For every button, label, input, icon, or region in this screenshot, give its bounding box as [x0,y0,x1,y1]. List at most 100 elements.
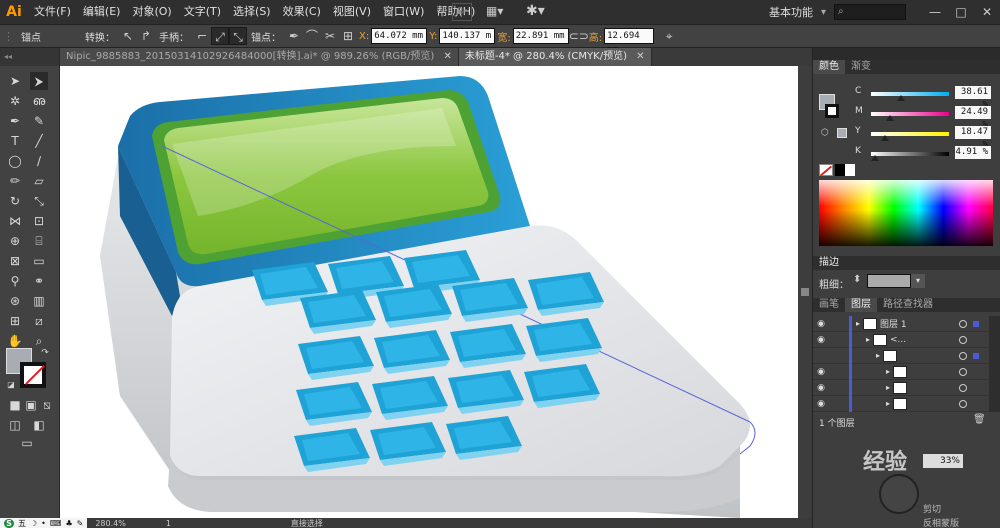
draw-normal-icon[interactable]: ◫ [6,416,24,434]
scrollbar-thumb[interactable] [801,288,809,296]
menu-effect[interactable]: 效果(C) [277,0,327,24]
type-tool-icon[interactable]: T [6,132,24,150]
tab-color[interactable]: 颜色 [813,60,845,74]
stroke-swatch[interactable] [20,362,46,388]
menu-view[interactable]: 视图(V) [327,0,377,24]
black-swatch[interactable] [835,164,845,176]
layer-name[interactable]: <... [890,335,906,345]
ellipse-tool-icon[interactable]: ◯ [6,152,24,170]
slice-tool-icon[interactable]: ⧄ [30,312,48,330]
swap-fill-stroke-icon[interactable]: ↷ [36,344,54,362]
arrange-documents-icon[interactable]: ▦▾ [486,4,514,20]
stroke-stepper-icon[interactable]: ⬍ [853,274,867,288]
x-field[interactable]: 64.072 mm [371,28,428,44]
convert-corner-icon[interactable]: ↖ [119,27,137,45]
scale-tool-icon[interactable]: ⤡ [30,192,48,210]
menu-window[interactable]: 窗口(W) [377,0,430,24]
channel-value-field[interactable]: 38.61 % [955,86,991,110]
default-colors-icon[interactable]: ◪ [2,376,20,394]
layers-scrollbar[interactable] [989,316,1000,412]
layer-row[interactable]: ▸ [813,347,989,364]
eye-icon[interactable]: ◉ [813,383,829,393]
menu-edit[interactable]: 编辑(E) [77,0,127,24]
eyedropper-icon[interactable]: ⚲ [6,272,24,290]
line-tool-icon[interactable]: ╱ [30,132,48,150]
slider-track[interactable] [871,112,949,116]
stroke-weight-field[interactable] [867,274,911,288]
eraser-icon[interactable]: ▱ [30,172,48,190]
target-icon[interactable] [959,384,967,392]
delete-layer-icon[interactable]: 🗑 [973,414,986,425]
search-input[interactable]: ⌕ [834,4,906,20]
align-points-icon[interactable]: ⊞ [339,27,357,45]
gradient-tool-icon[interactable]: ▭ [30,252,48,270]
menu-select[interactable]: 选择(S) [227,0,277,24]
slider-knob[interactable] [897,95,906,101]
expand-icon[interactable]: ▸ [886,383,890,392]
curvature-tool-icon[interactable]: ✎ [30,112,48,130]
canvas-vertical-scrollbar[interactable] [798,66,812,518]
target-icon[interactable] [959,320,967,328]
none-mode-icon[interactable]: ⧅ [38,396,56,414]
target-icon[interactable] [959,352,967,360]
workspace-dropdown-icon[interactable]: ▾ [821,7,826,18]
ime-mode[interactable]: 五 [18,518,26,528]
close-icon[interactable]: ✕ [636,51,644,62]
cut-path-icon[interactable]: ✂ [321,27,339,45]
document-tab-active[interactable]: 未标题-4* @ 280.4% (CMYK/预览) ✕ [458,48,652,66]
connect-anchor-icon[interactable]: ⌒ [303,27,321,45]
layer-row[interactable]: ◉ ▸ [813,395,989,412]
none-swatch[interactable] [819,164,833,177]
maximize-button[interactable]: □ [948,5,974,19]
menu-type[interactable]: 文字(T) [178,0,227,24]
slider-y[interactable]: Y 18.47 % [843,126,1000,150]
layer-name[interactable]: 图层 1 [880,317,907,330]
direct-selection-tool-icon[interactable]: ⮞ [30,72,48,90]
symbol-sprayer-icon[interactable]: ⊛ [6,292,24,310]
layer-row[interactable]: ◉ ▸ [813,379,989,396]
channel-value-field[interactable]: 24.49 % [955,106,991,130]
channel-value-field[interactable]: 18.47 % [955,126,991,150]
slider-track[interactable] [871,152,949,156]
eye-icon[interactable]: ◉ [813,367,829,377]
sync-icon[interactable]: ✱▾ [526,3,545,19]
artboard-canvas[interactable] [60,66,798,518]
invert-mask-label[interactable]: 反相蒙版 [923,516,959,528]
stroke-title[interactable]: 描边 [819,257,839,268]
minimize-button[interactable]: — [922,5,948,19]
slider-c[interactable]: C 38.61 % [843,86,1000,110]
selection-indicator[interactable] [973,321,979,327]
artboard-tool-icon[interactable]: ⊞ [6,312,24,330]
pen-tool-icon[interactable]: ✒ [6,112,24,130]
y-field[interactable]: 140.137 m [439,28,496,44]
screen-mode-icon[interactable]: ▭ [18,434,36,452]
slider-m[interactable]: M 24.49 % [843,106,1000,130]
tab-layers[interactable]: 图层 [845,298,877,312]
convert-smooth-icon[interactable]: ↱ [137,27,155,45]
layer-row[interactable]: ◉ ▸ [813,363,989,380]
selection-indicator[interactable] [973,353,979,359]
slider-track[interactable] [871,92,949,96]
artboard-number[interactable]: 1 [166,519,171,528]
workspace-switcher[interactable]: 基本功能 [761,4,821,20]
bridge-button[interactable]: Br [452,3,472,21]
eye-icon[interactable]: ◉ [813,319,829,329]
tab-brushes[interactable]: 画笔 [813,298,845,312]
draw-behind-icon[interactable]: ◧ [30,416,48,434]
expand-icon[interactable]: ▸ [886,367,890,376]
navigator-preview[interactable] [879,474,919,514]
target-icon[interactable] [959,368,967,376]
clip-label[interactable]: 剪切 [923,502,941,515]
pencil-icon[interactable]: ✏ [6,172,24,190]
zoom-field[interactable]: 33% [923,454,963,468]
transform-icon[interactable]: ⌖ [660,27,678,45]
color-spectrum[interactable] [819,180,993,246]
expand-icon[interactable]: ▸ [866,335,870,344]
show-handles-icon[interactable]: ⤢ [211,27,229,45]
moon-icon[interactable]: ☽ [30,519,37,528]
lasso-icon[interactable]: ഌ [30,92,48,110]
white-swatch[interactable] [845,164,855,176]
rotate-tool-icon[interactable]: ↻ [6,192,24,210]
keyboard-icon[interactable]: ⌨ [50,519,62,528]
expand-icon[interactable]: ▸ [886,399,890,408]
